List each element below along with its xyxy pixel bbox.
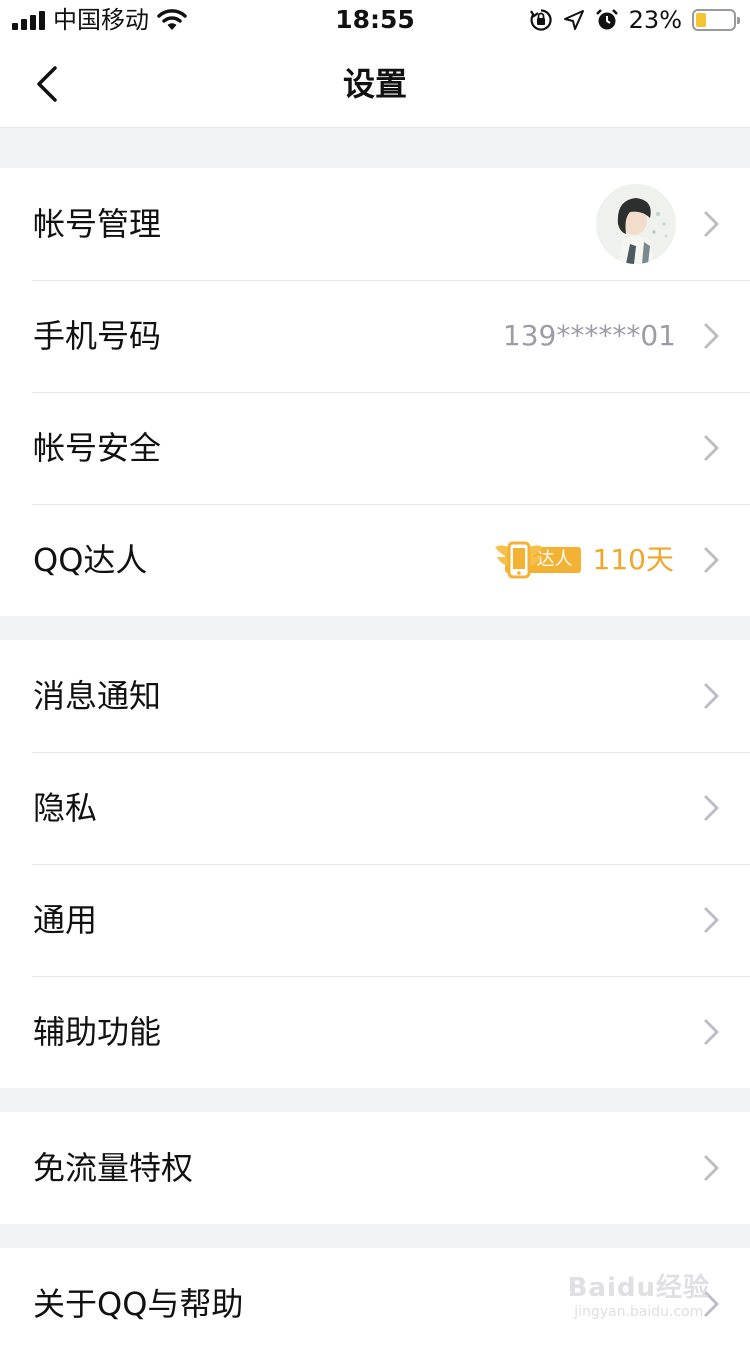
row-label: QQ达人 xyxy=(33,541,148,579)
row-qq-daren[interactable]: QQ达人 达人 110天 xyxy=(0,504,750,616)
row-label: 通用 xyxy=(33,901,98,939)
watermark-url: jingyan.baidu.com xyxy=(574,1304,704,1320)
page-title: 设置 xyxy=(342,65,407,103)
nav-bar: 设置 xyxy=(0,40,750,128)
winged-phone-icon xyxy=(494,541,543,579)
battery-percent: 23% xyxy=(628,6,682,34)
row-label: 帐号安全 xyxy=(33,429,162,467)
watermark: Baidu经验 jingyan.baidu.com xyxy=(568,1267,710,1320)
chevron-right-icon xyxy=(704,1019,719,1045)
phone-number-value: 139******01 xyxy=(502,319,676,352)
chevron-right-icon xyxy=(704,683,719,709)
settings-group-general: 消息通知 隐私 通用 辅助功能 xyxy=(0,640,750,1088)
chevron-right-icon xyxy=(704,323,719,349)
alarm-icon xyxy=(595,9,618,30)
avatar xyxy=(596,184,676,264)
chevron-right-icon xyxy=(704,435,719,461)
chevron-right-icon xyxy=(704,907,719,933)
daren-info: 达人 110天 xyxy=(494,540,674,580)
row-privacy[interactable]: 隐私 xyxy=(0,752,750,864)
row-accessibility[interactable]: 辅助功能 xyxy=(0,976,750,1088)
status-right: 23% xyxy=(529,6,740,34)
row-label: 辅助功能 xyxy=(33,1013,162,1051)
row-label: 隐私 xyxy=(33,789,98,827)
row-label: 关于QQ与帮助 xyxy=(33,1285,244,1323)
row-phone-number[interactable]: 手机号码 139******01 xyxy=(0,280,750,392)
daren-badge: 达人 xyxy=(494,541,581,579)
orientation-lock-icon xyxy=(529,9,552,31)
chevron-right-icon xyxy=(704,795,719,821)
back-button[interactable] xyxy=(22,58,72,110)
chevron-right-icon xyxy=(704,1155,719,1181)
row-general[interactable]: 通用 xyxy=(0,864,750,976)
settings-group-data: 免流量特权 xyxy=(0,1112,750,1224)
watermark-logo: Baidu经验 xyxy=(567,1273,710,1303)
row-account-management[interactable]: 帐号管理 xyxy=(0,168,750,280)
location-icon xyxy=(563,10,584,30)
row-label: 免流量特权 xyxy=(33,1149,194,1187)
chevron-left-icon xyxy=(37,66,57,102)
daren-days: 110天 xyxy=(592,543,674,576)
row-label: 帐号管理 xyxy=(33,205,162,243)
settings-group-account: 帐号管理 手机号码 139******01 帐号安全 QQ达人 达人 110天 xyxy=(0,168,750,616)
battery-icon xyxy=(692,9,740,31)
row-label: 手机号码 xyxy=(33,317,162,355)
row-notifications[interactable]: 消息通知 xyxy=(0,640,750,752)
row-account-security[interactable]: 帐号安全 xyxy=(0,392,750,504)
row-data-free-privilege[interactable]: 免流量特权 xyxy=(0,1112,750,1224)
row-label: 消息通知 xyxy=(33,677,162,715)
status-bar: 中国移动 18:55 23% xyxy=(0,0,750,40)
chevron-right-icon xyxy=(704,211,719,237)
chevron-right-icon xyxy=(704,547,719,573)
